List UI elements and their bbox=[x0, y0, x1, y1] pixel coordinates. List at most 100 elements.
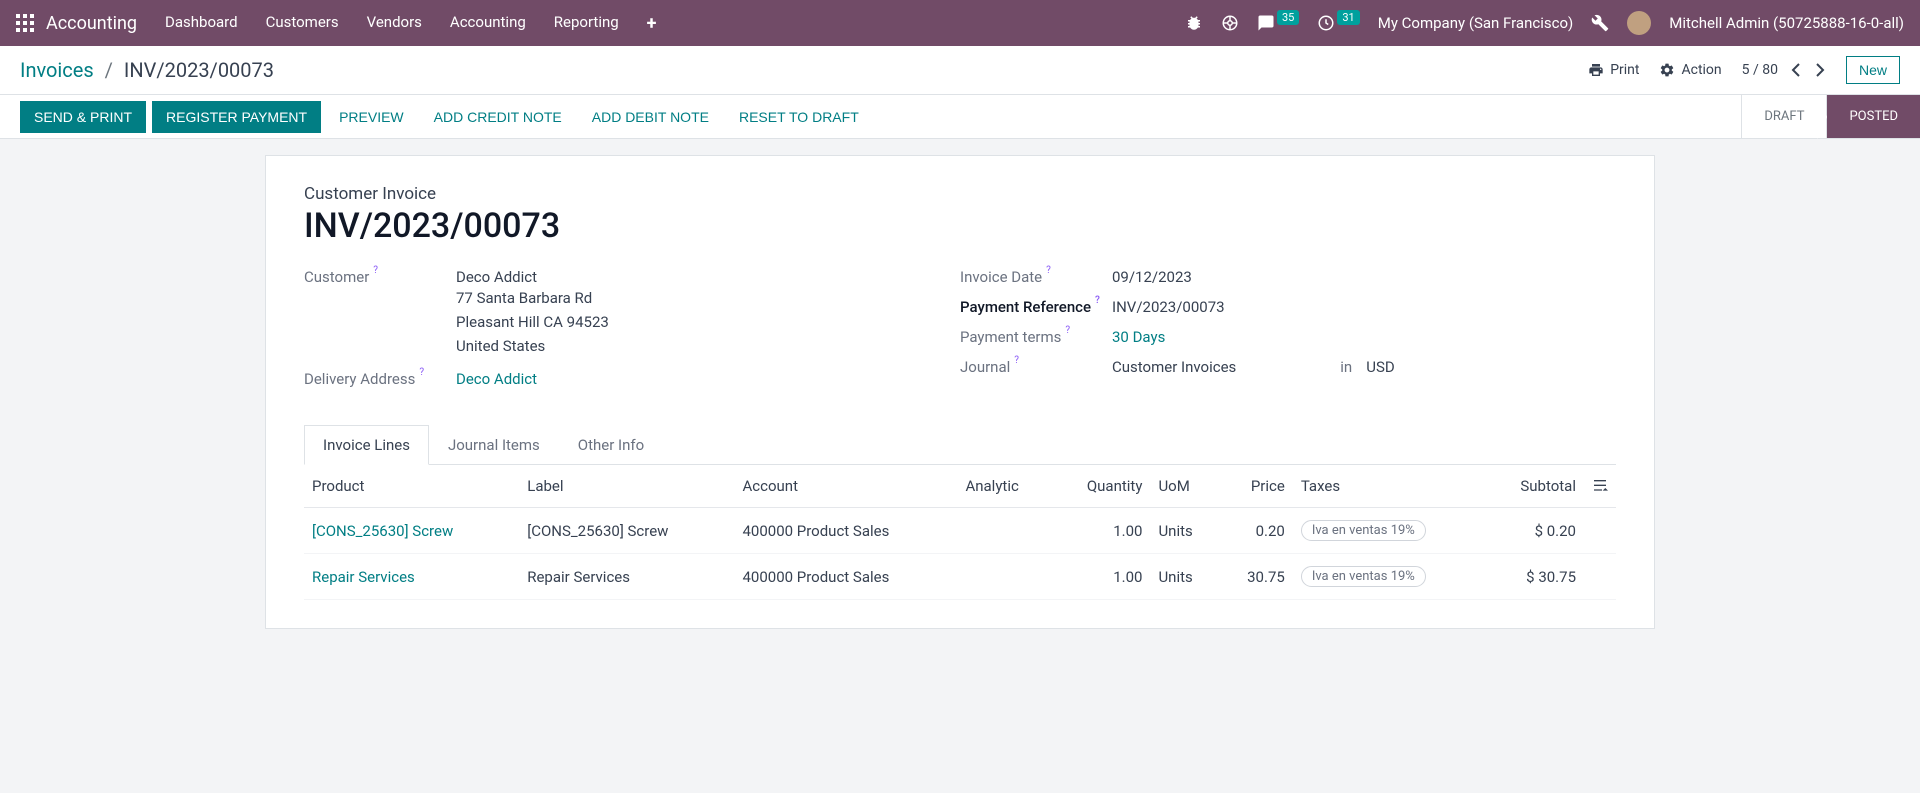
cell-label[interactable]: [CONS_25630] Screw bbox=[519, 508, 734, 554]
register-payment-button[interactable]: Register Payment bbox=[152, 101, 321, 133]
pay-ref-value[interactable]: INV/2023/00073 bbox=[1112, 298, 1225, 316]
tab-journal-items[interactable]: Journal Items bbox=[429, 425, 559, 465]
cell-uom[interactable]: Units bbox=[1150, 508, 1219, 554]
debug-icon[interactable] bbox=[1185, 14, 1203, 32]
address-line3: United States bbox=[456, 334, 609, 358]
col-config[interactable] bbox=[1584, 465, 1616, 508]
cell-product[interactable]: [CONS_25630] Screw bbox=[304, 508, 519, 554]
col-taxes[interactable]: Taxes bbox=[1293, 465, 1486, 508]
main-menu: Dashboard Customers Vendors Accounting R… bbox=[165, 13, 656, 34]
status-bar: Draft Posted bbox=[1741, 95, 1920, 138]
table-header-row: Product Label Account Analytic Quantity … bbox=[304, 465, 1616, 508]
terms-label: Payment terms? bbox=[960, 328, 1112, 346]
currency-value[interactable]: USD bbox=[1366, 358, 1394, 376]
journal-in: in bbox=[1340, 358, 1352, 376]
pager-prev[interactable] bbox=[1790, 63, 1802, 77]
terms-value[interactable]: 30 Days bbox=[1112, 328, 1165, 346]
document-type: Customer Invoice bbox=[304, 184, 1616, 204]
messaging-badge: 35 bbox=[1277, 10, 1299, 25]
address-line1: 77 Santa Barbara Rd bbox=[456, 286, 609, 310]
cell-subtotal[interactable]: $ 0.20 bbox=[1486, 508, 1584, 554]
form-sheet: Customer Invoice INV/2023/00073 Customer… bbox=[265, 155, 1655, 629]
cell-price[interactable]: 0.20 bbox=[1219, 508, 1293, 554]
col-price[interactable]: Price bbox=[1219, 465, 1293, 508]
cell-uom[interactable]: Units bbox=[1150, 554, 1219, 600]
tab-invoice-lines[interactable]: Invoice Lines bbox=[304, 425, 429, 465]
print-label: Print bbox=[1610, 62, 1639, 78]
cell-analytic[interactable] bbox=[957, 508, 1052, 554]
add-debit-note-button[interactable]: Add Debit Note bbox=[580, 101, 721, 133]
col-product[interactable]: Product bbox=[304, 465, 519, 508]
breadcrumb-root[interactable]: Invoices bbox=[20, 58, 94, 82]
new-button[interactable]: New bbox=[1846, 56, 1900, 84]
cell-account[interactable]: 400000 Product Sales bbox=[734, 508, 957, 554]
cell-tax[interactable]: Iva en ventas 19% bbox=[1293, 554, 1486, 600]
pay-ref-label: Payment Reference? bbox=[960, 298, 1112, 316]
print-button[interactable]: Print bbox=[1588, 62, 1639, 78]
menu-reporting[interactable]: Reporting bbox=[554, 13, 619, 34]
cell-quantity[interactable]: 1.00 bbox=[1052, 554, 1150, 600]
pager: 5 / 80 bbox=[1742, 62, 1826, 78]
pager-next[interactable] bbox=[1814, 63, 1826, 77]
settings-icon[interactable] bbox=[1592, 478, 1608, 494]
menu-dashboard[interactable]: Dashboard bbox=[165, 13, 238, 34]
cell-product[interactable]: Repair Services bbox=[304, 554, 519, 600]
company-switcher[interactable]: My Company (San Francisco) bbox=[1378, 14, 1573, 32]
activity-icon[interactable]: 31 bbox=[1317, 14, 1359, 32]
customer-label: Customer? bbox=[304, 268, 456, 286]
delivery-link[interactable]: Deco Addict bbox=[456, 370, 537, 388]
tax-pill[interactable]: Iva en ventas 19% bbox=[1301, 566, 1426, 587]
add-credit-note-button[interactable]: Add Credit Note bbox=[422, 101, 574, 133]
table-row[interactable]: Repair ServicesRepair Services400000 Pro… bbox=[304, 554, 1616, 600]
table-row[interactable]: [CONS_25630] Screw[CONS_25630] Screw4000… bbox=[304, 508, 1616, 554]
support-icon[interactable] bbox=[1221, 14, 1239, 32]
col-uom[interactable]: UoM bbox=[1150, 465, 1219, 508]
tabs: Invoice Lines Journal Items Other Info bbox=[304, 424, 1616, 465]
col-quantity[interactable]: Quantity bbox=[1052, 465, 1150, 508]
col-label[interactable]: Label bbox=[519, 465, 734, 508]
app-name[interactable]: Accounting bbox=[46, 13, 137, 34]
invoice-date-label: Invoice Date? bbox=[960, 268, 1112, 286]
address-line2: Pleasant Hill CA 94523 bbox=[456, 310, 609, 334]
reset-draft-button[interactable]: Reset to Draft bbox=[727, 101, 871, 133]
messaging-icon[interactable]: 35 bbox=[1257, 14, 1299, 32]
breadcrumb-sep: / bbox=[105, 58, 113, 82]
username[interactable]: Mitchell Admin (50725888-16-0-all) bbox=[1669, 14, 1904, 32]
avatar[interactable] bbox=[1627, 11, 1651, 35]
cell-tax[interactable]: Iva en ventas 19% bbox=[1293, 508, 1486, 554]
menu-customers[interactable]: Customers bbox=[266, 13, 339, 34]
top-nav: Accounting Dashboard Customers Vendors A… bbox=[0, 0, 1920, 46]
journal-value: Customer Invoices bbox=[1112, 358, 1236, 376]
control-panel: Invoices / INV/2023/00073 Print Action 5… bbox=[0, 46, 1920, 139]
menu-new-icon[interactable]: + bbox=[647, 13, 657, 34]
breadcrumb-current: INV/2023/00073 bbox=[124, 58, 274, 82]
pager-count[interactable]: 5 / 80 bbox=[1742, 62, 1778, 78]
stage-posted[interactable]: Posted bbox=[1826, 95, 1920, 138]
menu-vendors[interactable]: Vendors bbox=[367, 13, 422, 34]
menu-accounting[interactable]: Accounting bbox=[450, 13, 526, 34]
invoice-date-value: 09/12/2023 bbox=[1112, 268, 1192, 286]
document-name: INV/2023/00073 bbox=[304, 206, 1616, 246]
tab-other-info[interactable]: Other Info bbox=[559, 425, 663, 465]
apps-icon[interactable] bbox=[16, 14, 34, 32]
cell-subtotal[interactable]: $ 30.75 bbox=[1486, 554, 1584, 600]
col-subtotal[interactable]: Subtotal bbox=[1486, 465, 1584, 508]
cell-account[interactable]: 400000 Product Sales bbox=[734, 554, 957, 600]
systray: 35 31 My Company (San Francisco) Mitchel… bbox=[1185, 11, 1904, 35]
cell-label[interactable]: Repair Services bbox=[519, 554, 734, 600]
action-button[interactable]: Action bbox=[1659, 62, 1721, 78]
send-print-button[interactable]: Send & Print bbox=[20, 101, 146, 133]
preview-button[interactable]: Preview bbox=[327, 101, 416, 133]
cell-quantity[interactable]: 1.00 bbox=[1052, 508, 1150, 554]
col-account[interactable]: Account bbox=[734, 465, 957, 508]
stage-draft[interactable]: Draft bbox=[1741, 95, 1826, 138]
breadcrumb: Invoices / INV/2023/00073 bbox=[20, 58, 274, 82]
customer-link[interactable]: Deco Addict bbox=[456, 268, 609, 286]
action-buttons: Send & Print Register Payment Preview Ad… bbox=[20, 95, 871, 138]
tools-icon[interactable] bbox=[1591, 14, 1609, 32]
cell-price[interactable]: 30.75 bbox=[1219, 554, 1293, 600]
cell-analytic[interactable] bbox=[957, 554, 1052, 600]
tax-pill[interactable]: Iva en ventas 19% bbox=[1301, 520, 1426, 541]
col-analytic[interactable]: Analytic bbox=[957, 465, 1052, 508]
activity-badge: 31 bbox=[1337, 10, 1359, 25]
